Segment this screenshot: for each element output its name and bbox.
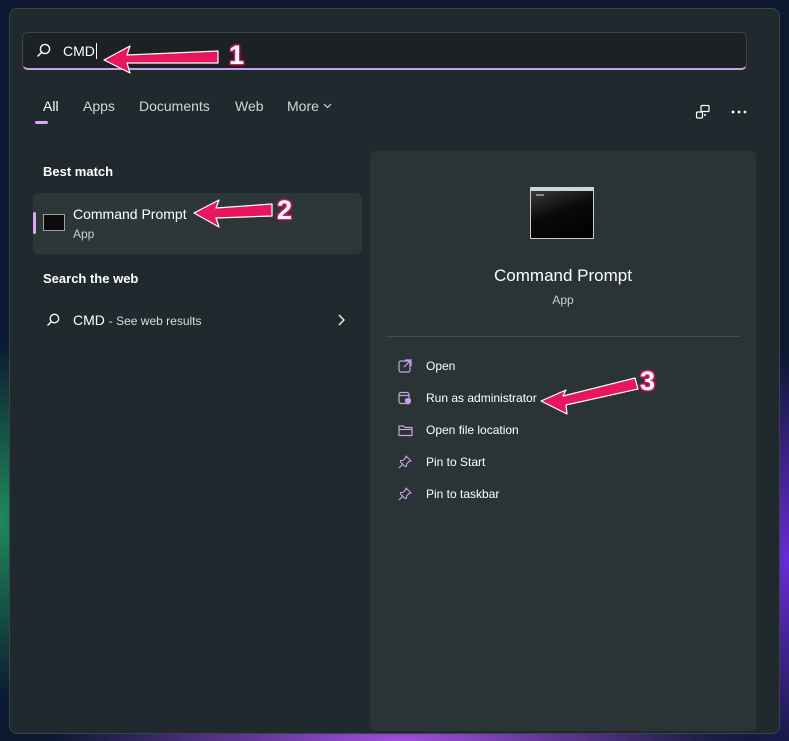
annotation-arrows bbox=[103, 45, 639, 415]
annotation-number-1: 1 bbox=[229, 40, 245, 70]
annotation-number-3: 3 bbox=[640, 366, 656, 396]
annotation-arrow-2 bbox=[193, 199, 273, 228]
annotation-number-2: 2 bbox=[277, 195, 293, 225]
annotation-arrow-1 bbox=[103, 45, 219, 74]
annotation-arrow-3 bbox=[540, 377, 639, 415]
